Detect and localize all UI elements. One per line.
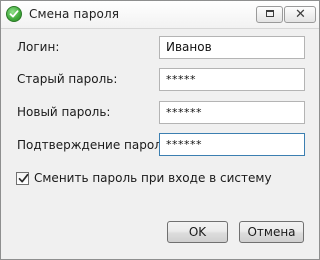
confirm-password-label: Подтверждение пароля: [17,138,174,152]
checkmark-glyph-icon [18,173,29,183]
change-password-dialog: Смена пароля ✕ Логин: Иванов Старый паро… [0,0,320,260]
ok-button[interactable]: OK [167,221,228,243]
cancel-button[interactable]: Отмена [239,221,304,243]
close-icon: ✕ [295,7,306,22]
checkmark-icon [6,6,22,22]
title-bar[interactable]: Смена пароля ✕ [1,1,319,29]
login-label: Логин: [17,40,60,54]
new-password-label: Новый пароль: [17,105,111,119]
window-title: Смена пароля [29,7,120,21]
maximize-button[interactable] [256,6,283,23]
change-on-login-checkbox[interactable] [16,172,29,185]
change-on-login-label: Сменить пароль при входе в систему [34,171,272,185]
old-password-field[interactable]: ***** [159,68,305,91]
old-password-label: Старый пароль: [17,72,118,86]
new-password-field[interactable]: ****** [159,101,305,124]
maximize-icon [266,10,274,17]
confirm-password-field[interactable]: ****** [159,133,305,156]
login-field[interactable]: Иванов [159,36,305,59]
close-button[interactable]: ✕ [284,6,316,23]
